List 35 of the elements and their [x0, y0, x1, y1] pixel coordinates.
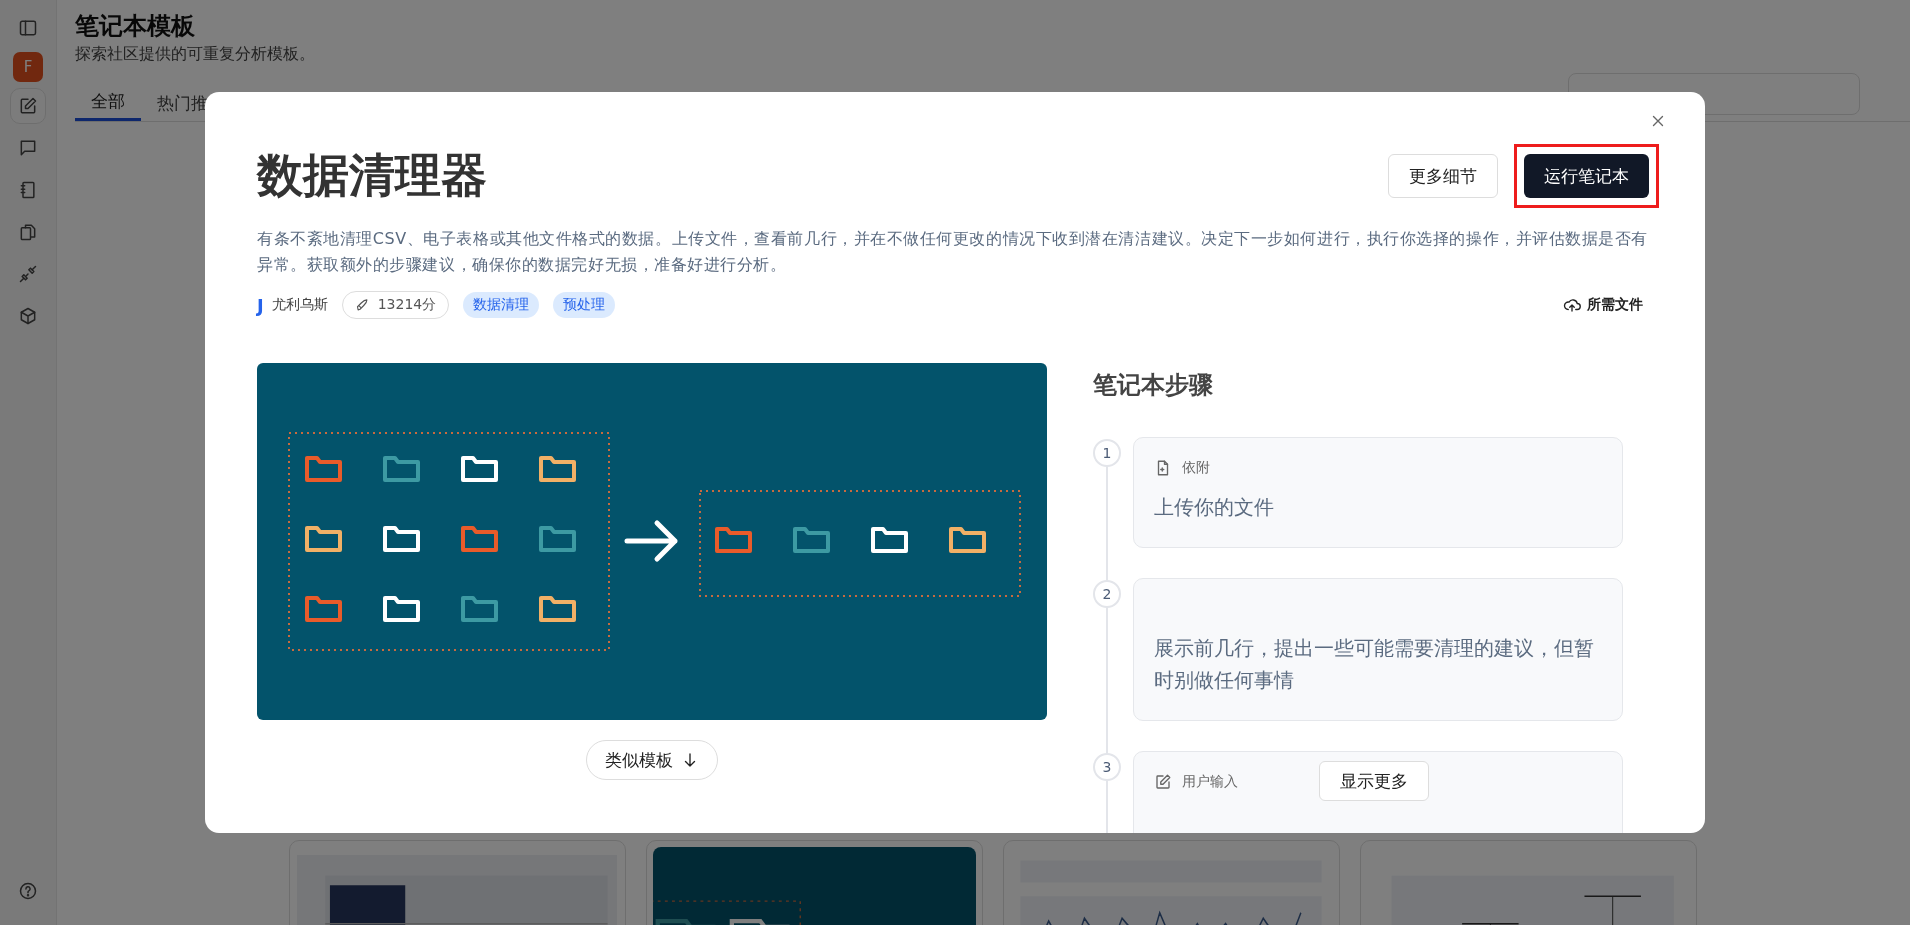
show-more-button[interactable]: 显示更多	[1319, 761, 1429, 802]
files-icon	[18, 222, 38, 242]
step-number: 3	[1093, 752, 1121, 781]
tag[interactable]: 预处理	[553, 292, 616, 319]
edit-icon	[1154, 772, 1172, 791]
required-files-link[interactable]: 所需文件	[1557, 295, 1649, 316]
steps-title: 笔记本步骤	[1093, 370, 1214, 402]
details-button[interactable]: 更多细节	[1388, 154, 1498, 198]
category-tab[interactable]: 热门推	[141, 77, 224, 121]
edit-icon	[18, 96, 38, 116]
step-text: 上传你的文件	[1154, 495, 1275, 522]
page-subtitle: 探索社区提供的可重复分析模板。	[75, 44, 316, 65]
cube-icon	[18, 306, 38, 326]
chat-icon	[18, 138, 38, 158]
sidebar-toggle-icon[interactable]	[18, 18, 38, 38]
step-text: 展示前几行，提出一些可能需要清理的建议，但暂时别做任何事情	[1154, 636, 1595, 694]
template-title: 数据清理器	[257, 147, 488, 204]
tag[interactable]: 数据清理	[463, 292, 540, 319]
plug-icon	[18, 264, 38, 284]
author-name: 尤利乌斯	[271, 296, 328, 315]
edit-nav-icon[interactable]	[10, 88, 46, 124]
notebook-icon	[18, 180, 38, 200]
template-description: 有条不紊地清理CSV、电子表格或其他文件格式的数据。上传文件，查看前几行，并在不做任何更改的情况下收到潜在清洁建议。决定下一步如何进行，执行你选择的操作，并评估数据是否有异常。获取额外的步骤建议，确保你的数据完好无损，准备好进行分析。	[257, 228, 1649, 276]
template-card[interactable]	[288, 840, 626, 925]
category-tab[interactable]: 全部	[75, 77, 141, 121]
author-logo: J	[257, 294, 264, 316]
upload-icon	[1563, 296, 1581, 315]
step-number: 2	[1093, 580, 1121, 609]
help-icon[interactable]	[18, 881, 38, 901]
step-label: 依附	[1182, 459, 1210, 478]
similar-templates-button[interactable]: 类似模板	[586, 740, 718, 781]
page-title: 笔记本模板	[75, 11, 196, 42]
step-number: 1	[1093, 439, 1121, 468]
step-label: 用户输入	[1182, 772, 1238, 791]
run-button[interactable]: 运行笔记本	[1524, 154, 1649, 198]
